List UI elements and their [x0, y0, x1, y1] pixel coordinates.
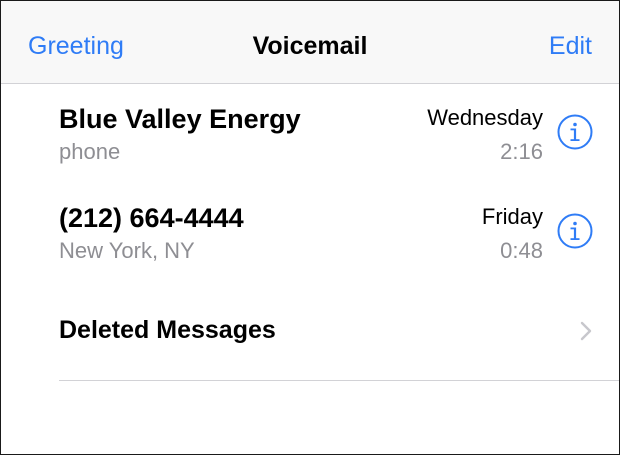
deleted-messages-row[interactable]: Deleted Messages — [1, 304, 619, 360]
caller-name: (212) 664-4444 — [59, 203, 244, 233]
caller-name: Blue Valley Energy — [59, 104, 301, 134]
chevron-right-icon — [579, 320, 593, 342]
caller-location: New York, NY — [59, 238, 195, 263]
voicemail-date: Wednesday — [427, 105, 543, 130]
caller-label: phone — [59, 139, 121, 164]
page-title: Voicemail — [252, 32, 368, 60]
voicemail-screen: Greeting Voicemail Edit Blue Valley Ener… — [0, 0, 620, 455]
voicemail-row[interactable]: (212) 664-4444 New York, NY Friday 0:48 — [1, 201, 619, 301]
voicemail-row[interactable]: Blue Valley Energy phone Wednesday 2:16 — [1, 102, 619, 202]
info-icon[interactable] — [557, 213, 593, 249]
edit-button[interactable]: Edit — [549, 30, 592, 62]
navigation-bar: Greeting Voicemail Edit — [1, 1, 619, 84]
deleted-messages-label: Deleted Messages — [59, 316, 276, 344]
voicemail-duration: 2:16 — [500, 139, 543, 164]
voicemail-date: Friday — [481, 204, 543, 229]
voicemail-duration: 0:48 — [500, 238, 543, 263]
info-icon[interactable] — [557, 114, 593, 150]
list-separator — [59, 380, 619, 381]
